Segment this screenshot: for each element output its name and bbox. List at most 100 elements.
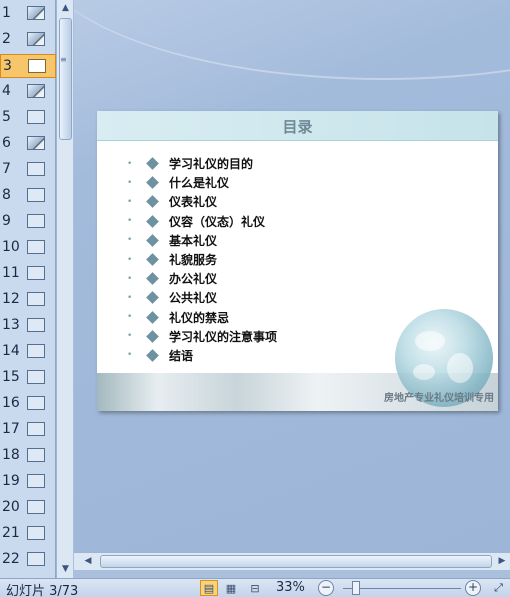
- slide-thumbnail[interactable]: 4: [0, 80, 56, 104]
- slide-thumbnail-number: 16: [2, 395, 20, 411]
- bullet-dot-icon: •: [127, 196, 133, 207]
- toc-item-label: 结语: [169, 348, 194, 363]
- diamond-bullet-icon: [146, 310, 159, 324]
- slide-thumbnail[interactable]: 8: [0, 184, 56, 208]
- slide-thumbnail-image[interactable]: [27, 162, 45, 176]
- slide-thumbnail-image[interactable]: [27, 552, 45, 566]
- slide-thumbnail[interactable]: 22: [0, 548, 56, 572]
- slide-thumbnail-image[interactable]: [27, 370, 45, 384]
- scroll-up-arrow-icon[interactable]: ▲: [57, 0, 74, 16]
- fit-to-window-icon[interactable]: ⤢: [490, 580, 507, 596]
- slide-thumbnail[interactable]: 10: [0, 236, 56, 260]
- horizontal-scroll-thumb[interactable]: [100, 555, 492, 568]
- toc-item[interactable]: • 仪容（仪态）礼仪: [127, 212, 277, 231]
- bullet-dot-icon: •: [127, 216, 133, 227]
- zoom-level[interactable]: 33%: [276, 580, 305, 595]
- slide-thumbnail-image[interactable]: [27, 6, 45, 20]
- slide-thumbnail[interactable]: 20: [0, 496, 56, 520]
- toc-item[interactable]: • 学习礼仪的注意事项: [127, 327, 277, 346]
- thumbnail-vertical-scrollbar[interactable]: ▲ ≡ ▼: [56, 0, 73, 578]
- toc-item-label: 基本礼仪: [169, 233, 218, 248]
- slide-thumbnail-image[interactable]: [27, 526, 45, 540]
- slide-thumbnail[interactable]: 21: [0, 522, 56, 546]
- toc-item[interactable]: • 基本礼仪: [127, 231, 277, 250]
- slide-thumbnail[interactable]: 11: [0, 262, 56, 286]
- normal-view-icon[interactable]: ▤: [200, 580, 218, 596]
- slide-title[interactable]: 目录: [97, 116, 498, 137]
- slide-thumbnail[interactable]: 5: [0, 106, 56, 130]
- slide-thumbnail[interactable]: 16: [0, 392, 56, 416]
- slide-thumbnail[interactable]: 15: [0, 366, 56, 390]
- zoom-out-icon[interactable]: −: [318, 580, 334, 596]
- scroll-grip-icon: ≡: [60, 55, 67, 64]
- slide-thumbnail-number: 6: [2, 135, 11, 151]
- toc-item[interactable]: • 办公礼仪: [127, 269, 277, 288]
- slide-thumbnail[interactable]: 6: [0, 132, 56, 156]
- slide-thumbnail[interactable]: 7: [0, 158, 56, 182]
- toc-item[interactable]: • 结语: [127, 346, 277, 365]
- bullet-dot-icon: •: [127, 177, 133, 188]
- slide-thumbnail-number: 13: [2, 317, 20, 333]
- toc-item-label: 仪表礼仪: [169, 195, 218, 210]
- slide-thumbnail-image[interactable]: [27, 474, 45, 488]
- bullet-dot-icon: •: [127, 292, 133, 303]
- slide-thumbnail-number: 15: [2, 369, 20, 385]
- slide-thumbnail[interactable]: 2: [0, 28, 56, 52]
- current-slide[interactable]: 目录 • 学习礼仪的目的 • 什么是礼仪 • 仪表礼仪 • 仪容（仪态）礼仪 • 基本礼仪 • 礼貌服…: [97, 111, 498, 411]
- slide-thumbnail-image[interactable]: [27, 84, 45, 98]
- slide-thumbnail[interactable]: 14: [0, 340, 56, 364]
- scroll-right-arrow-icon[interactable]: ▶: [494, 553, 510, 570]
- bullet-dot-icon: •: [127, 331, 133, 342]
- diamond-bullet-icon: [146, 214, 159, 228]
- slide-thumbnail-image[interactable]: [27, 240, 45, 254]
- horizontal-scrollbar[interactable]: ◀ ▶: [74, 552, 510, 570]
- toc-item[interactable]: • 仪表礼仪: [127, 192, 277, 211]
- zoom-slider-thumb[interactable]: [352, 581, 360, 595]
- slide-thumbnail-image[interactable]: [27, 448, 45, 462]
- slide-thumbnail-image[interactable]: [27, 188, 45, 202]
- slide-counter: 幻灯片 3/73: [6, 584, 79, 597]
- slide-thumbnail-number: 3: [3, 58, 12, 74]
- slide-thumbnail-image[interactable]: [27, 500, 45, 514]
- diamond-bullet-icon: [146, 291, 159, 305]
- slide-sorter-view-icon[interactable]: ▦: [222, 580, 240, 596]
- slide-thumbnail-image[interactable]: [27, 214, 45, 228]
- slide-thumbnail-image[interactable]: [27, 396, 45, 410]
- slide-thumbnail-image[interactable]: [27, 344, 45, 358]
- slide-thumbnail-image[interactable]: [27, 32, 45, 46]
- toc-item[interactable]: • 礼仪的禁忌: [127, 308, 277, 327]
- slide-thumbnail-image[interactable]: [27, 422, 45, 436]
- slide-thumbnail[interactable]: 18: [0, 444, 56, 468]
- diamond-bullet-icon: [146, 195, 159, 209]
- slide-thumbnail[interactable]: 1: [0, 2, 56, 26]
- slide-thumbnail[interactable]: 13: [0, 314, 56, 338]
- slide-thumbnail-image[interactable]: [27, 266, 45, 280]
- diamond-bullet-icon: [146, 157, 159, 170]
- scroll-down-arrow-icon[interactable]: ▼: [57, 561, 74, 577]
- slide-thumbnail[interactable]: 3: [0, 54, 56, 78]
- toc-item-label: 公共礼仪: [169, 291, 218, 306]
- zoom-in-icon[interactable]: +: [465, 580, 481, 596]
- slide-thumbnail[interactable]: 9: [0, 210, 56, 234]
- slide-thumbnail-image[interactable]: [27, 292, 45, 306]
- slide-thumbnail[interactable]: 17: [0, 418, 56, 442]
- slide-thumbnail-panel: 1 2 3 4 5 6 7 8 9 10 11 12 13 14 15 16 17 18 19 20 21 22: [0, 0, 56, 578]
- slide-thumbnail-number: 21: [2, 525, 20, 541]
- slide-thumbnail[interactable]: 12: [0, 288, 56, 312]
- slide-thumbnail-image[interactable]: [27, 318, 45, 332]
- zoom-slider-track[interactable]: [343, 588, 461, 589]
- thumbnail-scroll-thumb[interactable]: [59, 18, 72, 140]
- slide-show-view-icon[interactable]: ⊟: [246, 580, 264, 596]
- toc-item[interactable]: • 礼貌服务: [127, 250, 277, 269]
- slide-thumbnail-image[interactable]: [27, 110, 45, 124]
- slide-thumbnail-image[interactable]: [28, 59, 46, 73]
- toc-item[interactable]: • 学习礼仪的目的: [127, 154, 277, 173]
- slide-thumbnail-image[interactable]: [27, 136, 45, 150]
- slide-footer-text: 房地产专业礼仪培训专用: [384, 393, 494, 404]
- slide-thumbnail-number: 2: [2, 31, 11, 47]
- toc-item[interactable]: • 公共礼仪: [127, 288, 277, 307]
- table-of-contents[interactable]: • 学习礼仪的目的 • 什么是礼仪 • 仪表礼仪 • 仪容（仪态）礼仪 • 基本礼仪 • 礼貌服务 • 办…: [127, 154, 277, 365]
- scroll-left-arrow-icon[interactable]: ◀: [80, 553, 96, 570]
- slide-thumbnail[interactable]: 19: [0, 470, 56, 494]
- toc-item[interactable]: • 什么是礼仪: [127, 173, 277, 192]
